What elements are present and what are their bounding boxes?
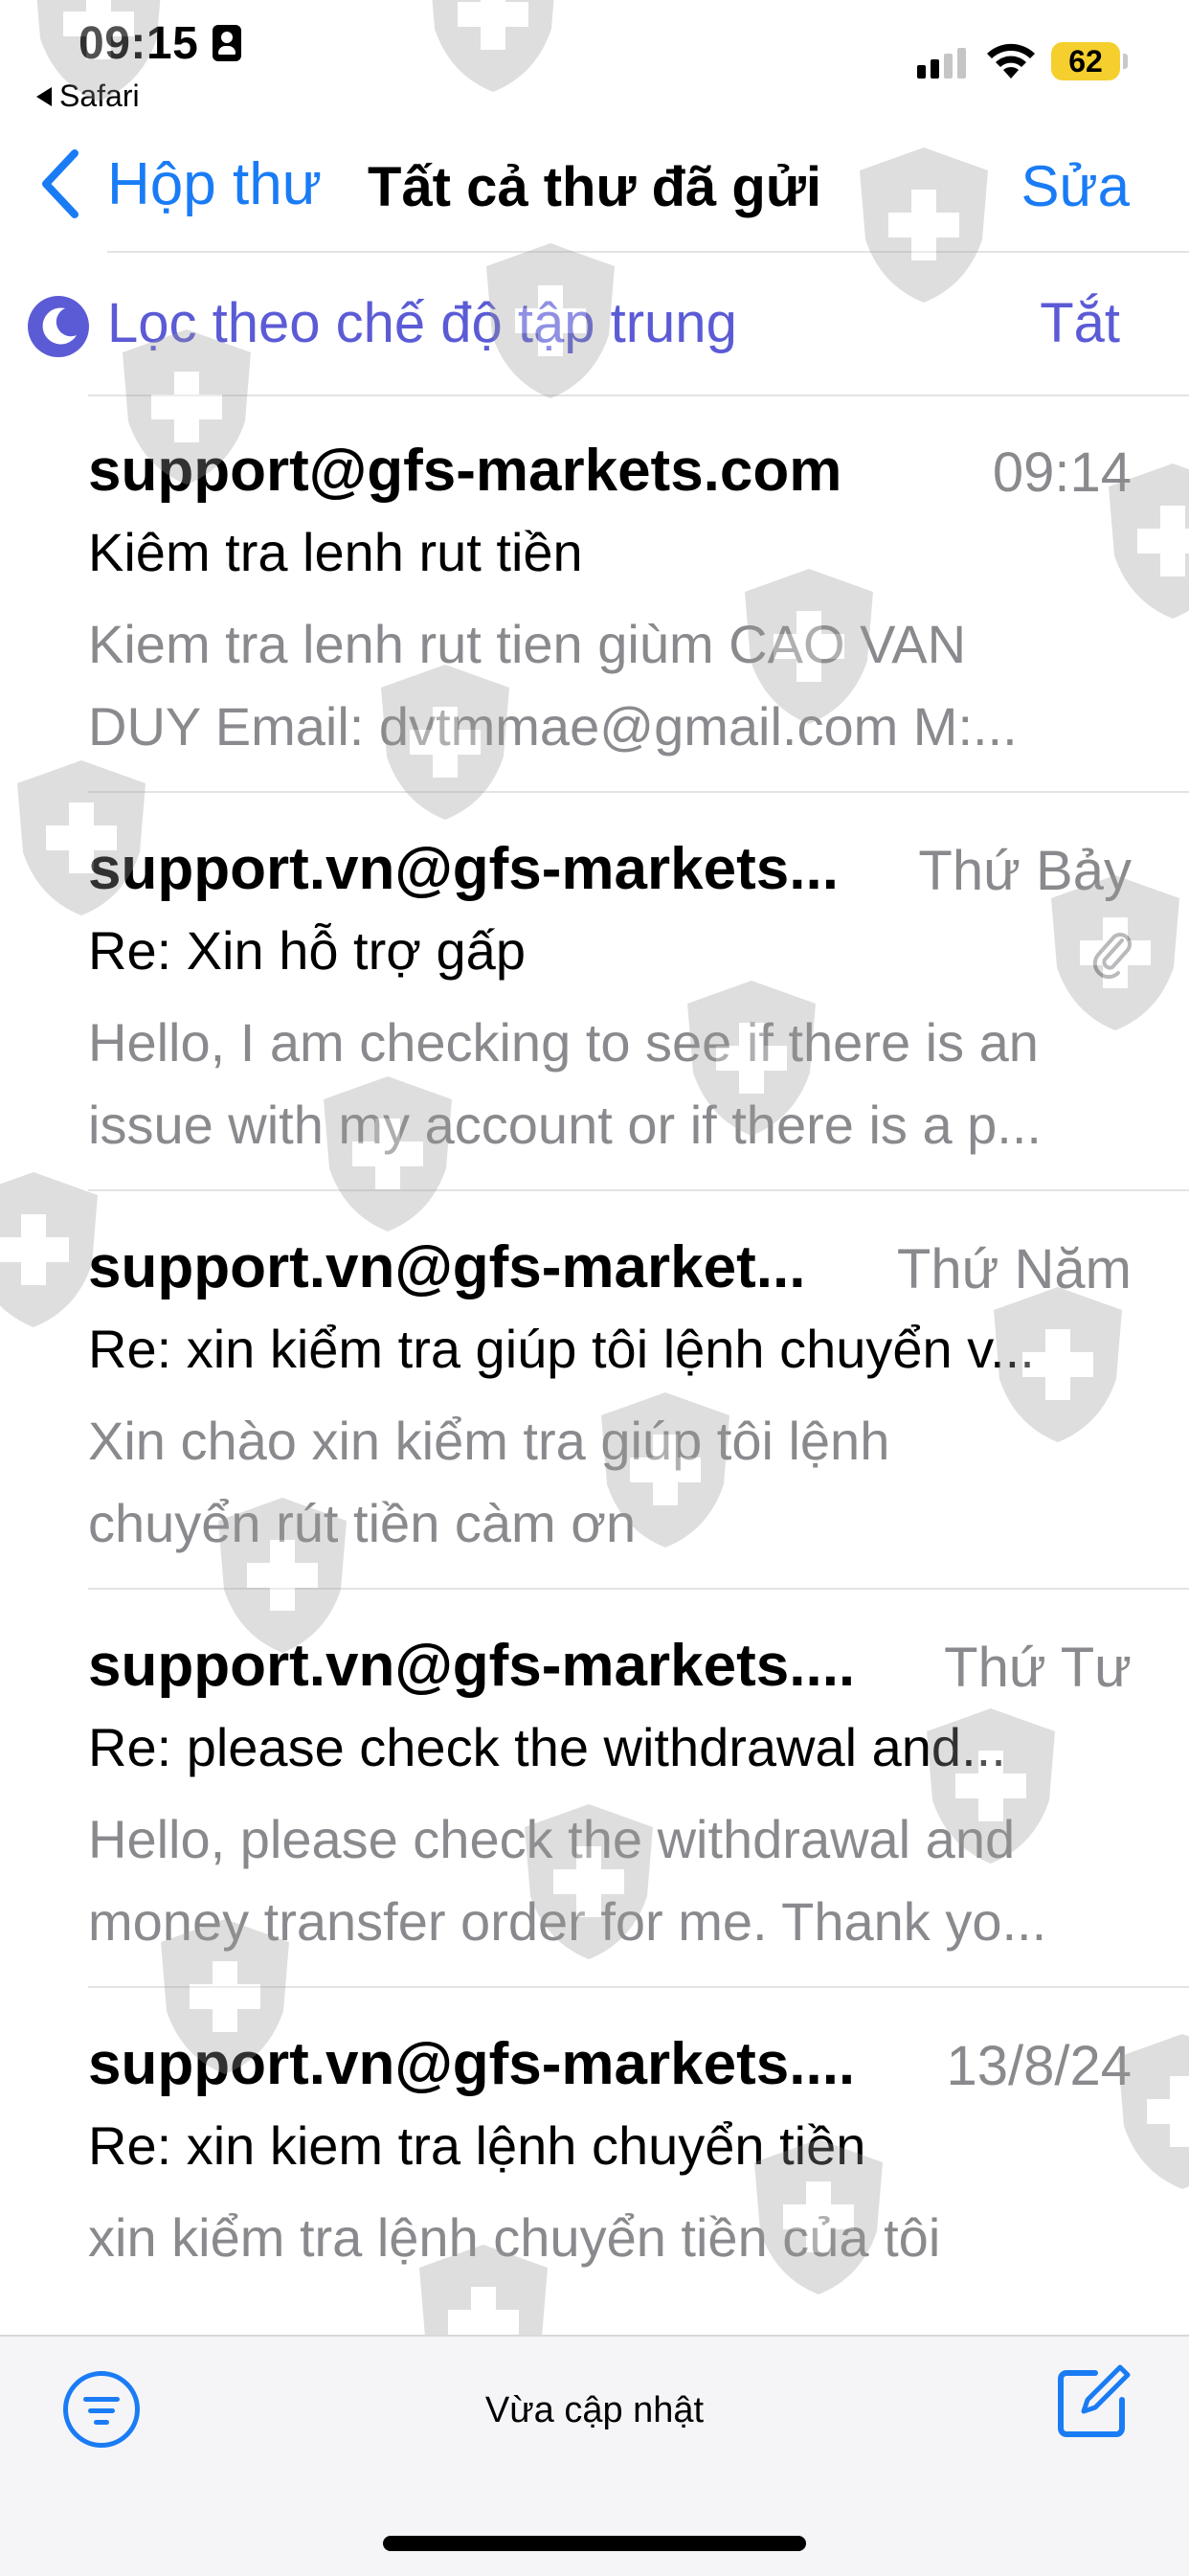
wifi-icon [987,43,1035,79]
mailboxes-back-button[interactable]: Hộp thư [36,147,322,220]
email-preview-line: issue with my account or if there is a p… [88,1095,1042,1155]
email-subject: Re: Xin hỗ trợ gấp [88,920,526,981]
email-sender: support.vn@gfs-markets.... [88,1633,856,1699]
email-date: Thứ Bảy [918,840,1132,902]
email-preview: Kiem tra lenh rut tien giùm CAO VAN DUY … [88,603,1132,768]
email-preview-line: xin kiểm tra lệnh chuyển tiền của tôi [88,2207,941,2268]
email-preview-line: Xin chào xin kiểm tra giúp tôi lệnh [88,1411,890,1471]
divider [107,251,1189,253]
bottom-toolbar: Vừa cập nhật [0,2335,1189,2576]
back-label: Hộp thư [107,150,323,217]
email-preview-line: Hello, I am checking to see if there is … [88,1012,1039,1073]
email-sender: support@gfs-markets.com [88,438,842,504]
edit-button[interactable]: Sửa [1021,153,1130,219]
email-sender: support.vn@gfs-markets.... [88,2031,856,2097]
contact-card-icon [213,25,241,61]
email-row[interactable]: support@gfs-markets.com 09:14 Kiêm tra l… [0,395,1189,793]
email-sender: support.vn@gfs-markets... [88,836,839,902]
email-row[interactable]: support.vn@gfs-markets... Thứ Bảy Re: Xi… [0,793,1189,1191]
status-time: 09:15 [79,18,199,69]
home-indicator[interactable] [383,2536,806,2551]
battery-indicator: 62 [1051,42,1120,80]
email-row[interactable]: support.vn@gfs-markets.... 13/8/24 Re: x… [0,1988,1189,2386]
email-preview-line: money transfer order for me. Thank yo... [88,1891,1047,1952]
email-preview: Hello, please check the withdrawal and m… [88,1798,1132,1963]
navigation-bar: Hộp thư Tất cả thư đã gửi Sửa [0,134,1189,253]
email-subject: Re: xin kiểm tra giúp tôi lệnh chuyển v.… [88,1319,1035,1379]
email-date: Thứ Tư [944,1637,1132,1699]
email-list: support@gfs-markets.com 09:14 Kiêm tra l… [0,395,1189,2386]
email-row[interactable]: support.vn@gfs-market... Thứ Năm Re: xin… [0,1191,1189,1590]
email-date: 13/8/24 [946,2035,1132,2097]
email-subject: Kiêm tra lenh rut tiền [88,522,583,582]
focus-filter-label: Lọc theo chế độ tập trung [107,292,737,354]
battery-tip [1123,54,1128,69]
compose-icon[interactable] [1053,2363,1132,2442]
back-to-app-link[interactable]: Safari [36,79,140,114]
focus-filter-bar[interactable]: Lọc theo chế độ tập trung Tắt [0,270,1189,396]
email-subject: Re: please check the withdrawal and... [88,1717,1006,1777]
email-date: 09:14 [992,441,1132,504]
back-app-label: Safari [59,79,140,113]
email-sender: support.vn@gfs-market... [88,1234,806,1300]
email-preview-line: Kiem tra lenh rut tien giùm CAO VAN [88,614,967,674]
email-preview: Xin chào xin kiểm tra giúp tôi lệnh chuy… [88,1400,1132,1565]
focus-filter-off-button[interactable]: Tắt [1040,291,1120,355]
status-bar: 09:15 Safari 62 [0,0,1189,124]
email-preview-line: DUY Email: dvtmmae@gmail.com M:... [88,696,1018,757]
update-status-label: Vừa cập nhật [484,2390,705,2430]
email-row[interactable]: support.vn@gfs-markets.... Thứ Tư Re: pl… [0,1590,1189,1988]
page-title: Tất cả thư đã gửi [368,156,821,218]
email-preview: xin kiểm tra lệnh chuyển tiền của tôi [88,2197,1132,2279]
email-date: Thứ Năm [896,1238,1132,1300]
email-preview: Hello, I am checking to see if there is … [88,1002,1132,1166]
back-triangle-icon [36,86,52,106]
moon-icon [28,296,89,357]
email-preview-line: Hello, please check the withdrawal and [88,1809,1016,1869]
paperclip-icon [1092,933,1132,979]
cellular-signal-icon [917,48,966,79]
email-subject: Re: xin kiem tra lệnh chuyển tiền [88,2115,866,2176]
email-preview-line: chuyển rút tiền càm ơn [88,1493,637,1553]
chevron-left-icon [42,149,79,218]
